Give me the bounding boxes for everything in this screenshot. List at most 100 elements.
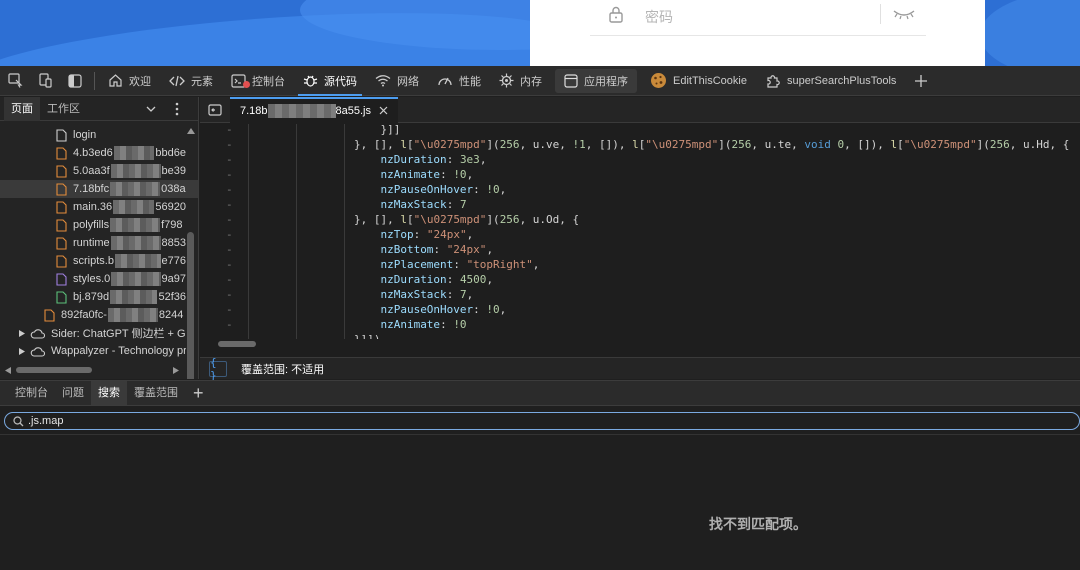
tab-console[interactable]: 控制台 [222, 66, 294, 96]
tab-label: 内存 [520, 75, 542, 88]
tab-label: 应用程序 [584, 75, 628, 88]
eye-closed-icon[interactable] [892, 8, 916, 20]
code-line: - nzBottom: "24px", [200, 242, 1080, 257]
file-item[interactable]: 5.0aa3f be39 [0, 162, 186, 180]
redacted-text [110, 218, 161, 232]
horizontal-scrollbar[interactable] [0, 363, 198, 377]
file-item[interactable]: 892fa0fc- 8244 [0, 306, 186, 324]
editor-status-bar: { } 覆盖范围: 不适用 [200, 356, 1080, 382]
file-item[interactable]: bj.879d 52f36 [0, 288, 186, 306]
code-editor: 7.18b 8a55.js - }]] - }, [], l["\u0275mpd"… [200, 96, 1080, 382]
password-field[interactable]: 密码 [590, 0, 926, 36]
tab-sources[interactable]: 源代码 [294, 66, 366, 96]
code-view[interactable]: - }]] - }, [], l["\u0275mpd"](256, u.ve, … [200, 124, 1080, 339]
toolbar-divider [94, 71, 95, 90]
drawer-tab-issues[interactable]: 问题 [55, 381, 91, 405]
tab-workspace[interactable]: 工作区 [40, 97, 87, 121]
code-text: nzPlacement: "topRight", [380, 258, 540, 271]
gauge-icon [438, 77, 452, 86]
tab-performance[interactable]: 性能 [428, 66, 490, 96]
code-line: - nzAnimate: !0, [200, 167, 1080, 182]
device-icon [38, 73, 52, 88]
extension-item-sider[interactable]: Sider: ChatGPT 侧边栏 + GP [0, 324, 186, 342]
vertical-scrollbar[interactable] [187, 232, 194, 379]
script-file-icon [56, 236, 67, 250]
more-options-icon[interactable] [175, 102, 179, 116]
file-name-suffix: 038a [161, 183, 186, 195]
drawer-tab-coverage[interactable]: 覆盖范围 [127, 381, 185, 405]
redacted-text [110, 236, 161, 250]
tab-network[interactable]: 网络 [366, 66, 428, 96]
drawer-tab-search[interactable]: 搜索 [91, 381, 127, 405]
tab-label: 控制台 [252, 75, 285, 88]
line-gutter-marker: - [226, 168, 233, 181]
password-placeholder: 密码 [645, 9, 673, 25]
tab-label: 性能 [459, 75, 481, 88]
tab-welcome[interactable]: 欢迎 [99, 66, 160, 96]
line-gutter-marker: - [226, 273, 233, 286]
file-name: 4.b3ed6 [73, 147, 113, 159]
devtools-toolbar: 欢迎 元素 控制台 源代码 网络 性能 内存 应用程序 EditThisCook… [0, 66, 1080, 96]
tab-memory[interactable]: 内存 [490, 66, 551, 96]
page-background: 密码 [0, 0, 1080, 66]
code-text: }]]), [248, 332, 387, 339]
redacted-text [110, 182, 161, 196]
add-drawer-tab-button[interactable]: + [193, 384, 204, 402]
sources-navigator: 页面 工作区 login 4.b3ed6 bbd6e 5.0aa3f be39 7.… [0, 97, 199, 379]
toggle-sidebar-button[interactable] [60, 66, 90, 96]
file-name: polyfills [73, 219, 110, 231]
file-item-login[interactable]: login [0, 126, 186, 144]
more-tabs-button[interactable] [905, 66, 937, 96]
memory-chip-icon [499, 73, 514, 88]
login-card: 密码 [530, 0, 985, 66]
drawer-tab-console[interactable]: 控制台 [8, 381, 55, 405]
file-name-suffix: bbd6e [155, 147, 186, 159]
scroll-left-arrow-icon[interactable] [4, 366, 12, 375]
redacted-text [113, 146, 155, 160]
tab-application[interactable]: 应用程序 [555, 68, 637, 93]
code-line: - nzMaxStack: 7 [200, 197, 1080, 212]
file-name-suffix: 52f36 [158, 291, 186, 303]
file-name-suffix: 8853 [161, 237, 186, 249]
application-icon [564, 73, 578, 88]
expand-triangle-icon[interactable] [18, 347, 26, 356]
device-emulation-button[interactable] [30, 66, 60, 96]
file-item[interactable]: runtime 8853 [0, 234, 186, 252]
code-line: - nzTop: "24px", [200, 227, 1080, 242]
expand-triangle-icon[interactable] [18, 329, 26, 338]
redacted-text [114, 254, 161, 268]
navigator-tabs: 页面 工作区 [0, 97, 198, 121]
tab-page[interactable]: 页面 [4, 97, 40, 121]
file-name-suffix: 9a97 [161, 273, 186, 285]
editor-file-tab[interactable]: 7.18b 8a55.js [230, 96, 399, 123]
script-file-icon [56, 218, 67, 232]
file-item[interactable]: scripts.b e776 [0, 252, 186, 270]
tab-elements[interactable]: 元素 [160, 66, 222, 96]
pretty-print-button[interactable]: { } [209, 356, 227, 382]
file-item[interactable]: polyfills f798 [0, 216, 186, 234]
scrollbar-thumb[interactable] [16, 367, 92, 373]
code-line: - nzPauseOnHover: !0, [200, 182, 1080, 197]
file-item[interactable]: main.36 56920 [0, 198, 186, 216]
tab-editthiscookie[interactable]: EditThisCookie [641, 66, 756, 96]
divider [0, 434, 1080, 435]
close-icon[interactable] [379, 106, 388, 115]
code-line: - nzAnimate: !0 [200, 317, 1080, 332]
search-input[interactable] [28, 413, 928, 429]
file-item-selected[interactable]: 7.18bfc 038a [0, 180, 198, 198]
search-box[interactable] [4, 412, 1080, 430]
tab-supersearchplustools[interactable]: superSearchPlusTools [756, 66, 905, 96]
file-item[interactable]: styles.0 9a97 [0, 270, 186, 288]
scrollbar-thumb[interactable] [218, 341, 256, 347]
code-text: }, [], l["\u0275mpd"](256, u.Od, { [248, 213, 580, 226]
scroll-up-arrow-icon[interactable] [186, 127, 196, 135]
chevron-down-icon[interactable] [145, 103, 157, 115]
editor-horizontal-scrollbar[interactable] [200, 339, 1080, 349]
inspect-element-button[interactable] [0, 66, 30, 96]
drawer-tabs: 控制台 问题 搜索 覆盖范围 + [0, 380, 1080, 406]
extension-item-wappalyzer[interactable]: Wappalyzer - Technology pr [0, 342, 186, 360]
file-item[interactable]: 4.b3ed6 bbd6e [0, 144, 186, 162]
scroll-right-arrow-icon[interactable] [172, 366, 180, 375]
tab-label: EditThisCookie [673, 74, 747, 87]
toggle-navigator-button[interactable] [200, 97, 230, 123]
